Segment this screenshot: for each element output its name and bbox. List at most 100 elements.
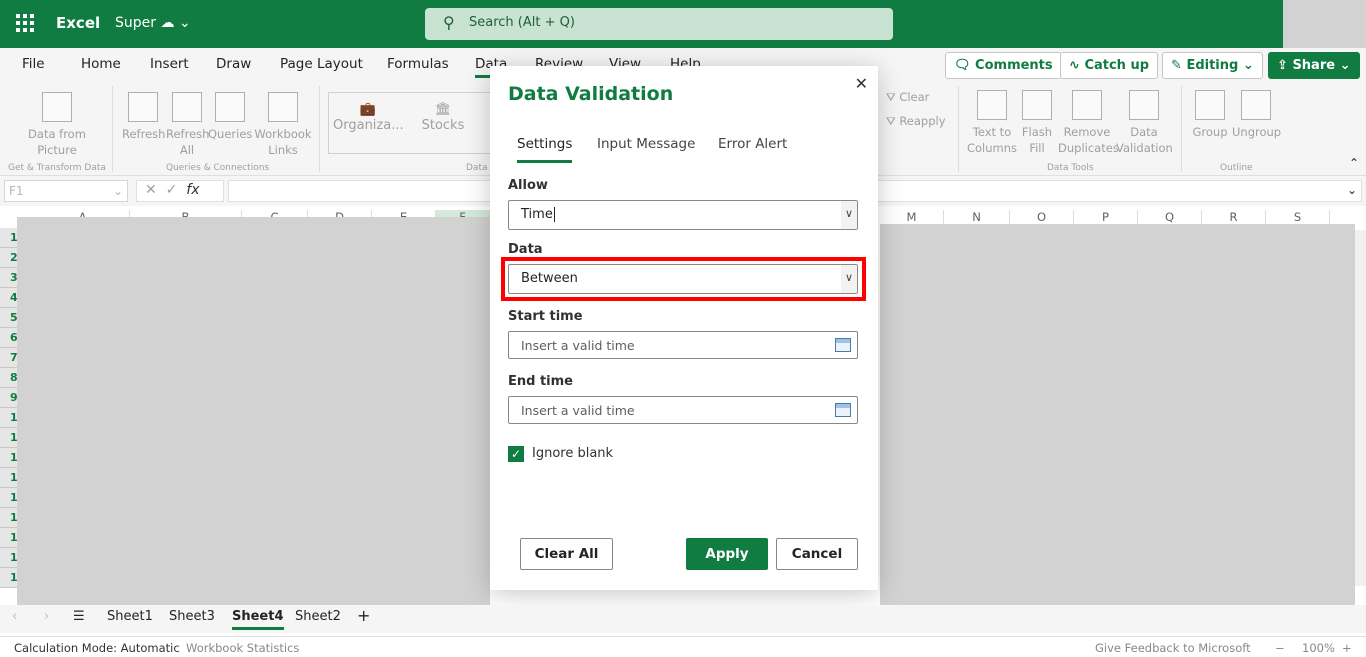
tab-insert[interactable]: Insert: [150, 56, 189, 72]
cancel-icon[interactable]: ✕: [145, 182, 157, 198]
allow-select[interactable]: Time ∨: [508, 200, 858, 230]
app-name[interactable]: Excel: [56, 14, 100, 32]
queries-button[interactable]: Queries: [208, 92, 252, 142]
sheet-tab[interactable]: Sheet1: [107, 609, 153, 624]
data-validation-button[interactable]: Data Validation: [1116, 90, 1173, 156]
previous-sheet-icon[interactable]: ‹: [12, 609, 17, 624]
label: Ungroup: [1232, 125, 1282, 139]
chevron-down-icon: ⌄: [1339, 58, 1351, 73]
zoom-in-icon[interactable]: +: [1342, 641, 1352, 655]
comments-button[interactable]: 🗨 Comments: [945, 52, 1062, 79]
pencil-icon: ✎: [1171, 58, 1182, 73]
row-header[interactable]: 1: [0, 408, 17, 428]
add-sheet-icon[interactable]: +: [357, 606, 370, 625]
tab-formulas[interactable]: Formulas: [387, 56, 449, 72]
share-label: Share: [1292, 58, 1336, 73]
stocks-button[interactable]: 🏛 Stocks: [418, 102, 468, 134]
end-time-label: End time: [508, 374, 573, 389]
time-picker-icon[interactable]: [835, 403, 851, 417]
allow-value: Time: [521, 207, 553, 222]
vertical-scrollbar[interactable]: [1355, 230, 1366, 586]
row-header[interactable]: 1: [0, 488, 17, 508]
formula-actions: ✕ ✓ fx: [136, 180, 224, 202]
row-header[interactable]: 7: [0, 348, 17, 368]
zoom-out-icon[interactable]: −: [1275, 641, 1285, 655]
close-icon[interactable]: ✕: [855, 74, 868, 93]
ignore-blank-checkbox[interactable]: ✓: [508, 446, 524, 462]
row-header[interactable]: 1: [0, 528, 17, 548]
document-name[interactable]: Super ☁ ⌄: [115, 15, 191, 31]
row-header[interactable]: 1: [0, 568, 17, 588]
remove-duplicates-button[interactable]: Remove Duplicates: [1058, 90, 1119, 156]
tab-draw[interactable]: Draw: [216, 56, 251, 72]
editing-button[interactable]: ✎ Editing ⌄: [1162, 52, 1263, 79]
workbook-links-button[interactable]: Workbook Links: [254, 92, 312, 158]
filter-reapply-icon: ⛛: [886, 114, 896, 128]
next-sheet-icon[interactable]: ›: [44, 609, 49, 624]
divider: [112, 86, 113, 172]
cancel-button[interactable]: Cancel: [776, 538, 858, 570]
flash-fill-icon: [1022, 90, 1052, 120]
label: Data Validation: [1116, 125, 1173, 155]
data-from-picture-button[interactable]: Data from Picture: [22, 92, 92, 158]
name-box[interactable]: F1 ⌄: [4, 180, 128, 202]
clear-all-button[interactable]: Clear All: [520, 538, 613, 570]
group-label: Data: [466, 163, 488, 173]
function-icon[interactable]: fx: [186, 182, 199, 198]
organization-button[interactable]: 💼 Organiza...: [333, 102, 404, 134]
row-header[interactable]: 1: [0, 468, 17, 488]
group-label: Outline: [1220, 163, 1253, 173]
label: Workbook Links: [254, 127, 312, 157]
chevron-down-icon[interactable]: ⌄: [1347, 183, 1357, 197]
row-header[interactable]: 2: [0, 248, 17, 268]
feedback-link[interactable]: Give Feedback to Microsoft: [1095, 641, 1251, 655]
catch-up-button[interactable]: ∿ Catch up: [1060, 52, 1159, 79]
collapse-ribbon-icon[interactable]: ⌃: [1349, 156, 1359, 170]
tab-error-alert[interactable]: Error Alert: [718, 136, 787, 152]
label: Group: [1192, 125, 1228, 139]
row-header[interactable]: 6: [0, 328, 17, 348]
time-picker-icon[interactable]: [835, 338, 851, 352]
check-icon[interactable]: ✓: [166, 182, 178, 198]
text-to-columns-button[interactable]: Text to Columns: [964, 90, 1020, 156]
end-time-input[interactable]: Insert a valid time: [508, 396, 858, 424]
row-header[interactable]: 3: [0, 268, 17, 288]
search-box[interactable]: ⚲ Search (Alt + Q): [425, 8, 893, 40]
data-select[interactable]: Between ∨: [508, 264, 858, 294]
row-header[interactable]: 1: [0, 228, 17, 248]
app-launcher-icon[interactable]: [16, 14, 34, 32]
row-header[interactable]: 5: [0, 308, 17, 328]
end-time-placeholder: Insert a valid time: [521, 403, 635, 418]
share-button[interactable]: ⇪ Share ⌄: [1268, 52, 1360, 79]
start-time-input[interactable]: Insert a valid time: [508, 331, 858, 359]
tab-input-message[interactable]: Input Message: [597, 136, 695, 152]
zoom-level[interactable]: 100%: [1302, 641, 1335, 655]
clear-filter-button[interactable]: ⛛ Clear: [886, 89, 929, 105]
row-header[interactable]: 1: [0, 428, 17, 448]
ungroup-button[interactable]: Ungroup: [1232, 90, 1282, 140]
row-header[interactable]: 1: [0, 548, 17, 568]
comment-icon: 🗨: [954, 58, 971, 73]
sheet-tab[interactable]: Sheet3: [169, 609, 215, 624]
row-header[interactable]: 4: [0, 288, 17, 308]
cloud-saved-icon: ☁: [160, 15, 175, 31]
calculation-mode[interactable]: Calculation Mode: Automatic: [14, 641, 180, 655]
group-button[interactable]: Group: [1190, 90, 1230, 140]
all-sheets-icon[interactable]: ☰: [73, 609, 85, 624]
workbook-statistics[interactable]: Workbook Statistics: [186, 641, 299, 655]
sheet-tab[interactable]: Sheet2: [295, 609, 341, 624]
reapply-filter-button[interactable]: ⛛ Reapply: [886, 113, 946, 129]
row-header[interactable]: 1: [0, 508, 17, 528]
tab-page-layout[interactable]: Page Layout: [280, 56, 363, 72]
row-header[interactable]: 9: [0, 388, 17, 408]
row-header[interactable]: 8: [0, 368, 17, 388]
tab-home[interactable]: Home: [81, 56, 121, 72]
row-header[interactable]: 1: [0, 448, 17, 468]
refresh-button[interactable]: Refresh: [122, 92, 165, 142]
apply-button[interactable]: Apply: [686, 538, 768, 570]
tab-settings[interactable]: Settings: [517, 136, 573, 163]
flash-fill-button[interactable]: Flash Fill: [1020, 90, 1054, 156]
tab-file[interactable]: File: [22, 56, 45, 72]
sheet-tab-active[interactable]: Sheet4: [232, 609, 284, 630]
refresh-all-button[interactable]: Refresh All: [166, 92, 209, 158]
